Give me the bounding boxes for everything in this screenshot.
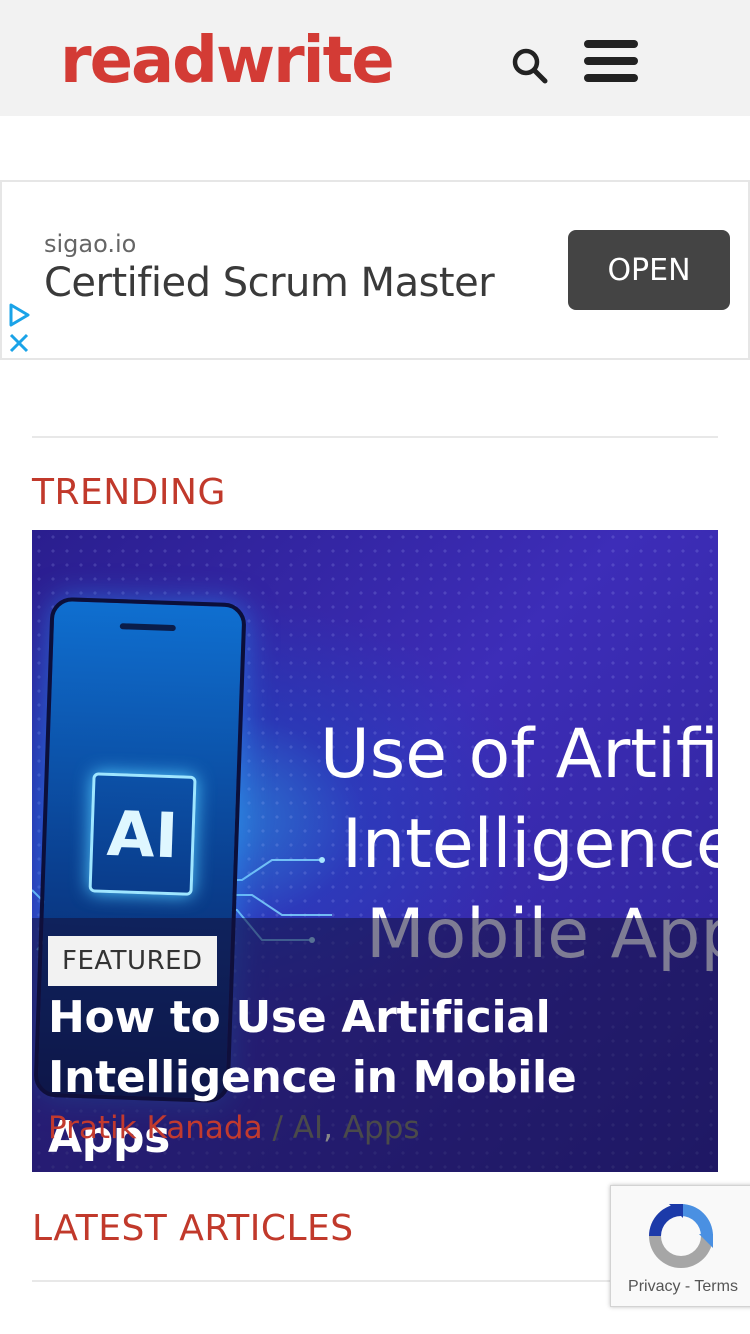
image-text-line-1: Use of Artifi bbox=[320, 715, 718, 794]
image-text-line-2: Intelligence bbox=[342, 805, 718, 884]
recaptcha-terms-link[interactable]: Terms bbox=[694, 1278, 738, 1295]
recaptcha-link-separator: - bbox=[684, 1278, 691, 1295]
phone-speaker bbox=[119, 623, 176, 632]
byline-separator: / bbox=[272, 1110, 283, 1146]
category-link-ai[interactable]: AI bbox=[293, 1110, 323, 1146]
author-link[interactable]: Pratik Kanada bbox=[48, 1110, 263, 1146]
site-header: readwrite bbox=[0, 0, 750, 116]
recaptcha-privacy-link[interactable]: Privacy bbox=[628, 1278, 680, 1295]
category-separator: , bbox=[323, 1110, 333, 1146]
hamburger-menu-icon[interactable] bbox=[584, 40, 640, 82]
ai-chip-graphic: AI bbox=[88, 772, 197, 896]
recaptcha-logo-icon bbox=[649, 1204, 713, 1268]
recaptcha-links: Privacy - Terms bbox=[611, 1278, 750, 1296]
category-link-apps[interactable]: Apps bbox=[343, 1110, 420, 1146]
site-logo[interactable]: readwrite bbox=[60, 22, 395, 100]
search-icon[interactable] bbox=[510, 46, 550, 86]
latest-articles-heading: LATEST ARTICLES bbox=[32, 1208, 354, 1249]
ad-close-icon[interactable] bbox=[8, 332, 30, 354]
article-byline: Pratik Kanada / AI, Apps bbox=[48, 1110, 420, 1146]
ad-banner[interactable]: sigao.io Certified Scrum Master OPEN bbox=[0, 180, 750, 360]
ad-title[interactable]: Certified Scrum Master bbox=[44, 260, 495, 306]
ad-open-button[interactable]: OPEN bbox=[568, 230, 730, 310]
adchoices-icon[interactable] bbox=[6, 302, 32, 328]
featured-article-card[interactable]: AI Use of Artifi Intelligence Mobile App… bbox=[32, 530, 718, 1172]
trending-heading: TRENDING bbox=[32, 472, 226, 513]
divider bbox=[32, 436, 718, 438]
featured-badge: FEATURED bbox=[48, 936, 217, 986]
ad-domain: sigao.io bbox=[44, 230, 137, 258]
recaptcha-badge[interactable]: Privacy - Terms bbox=[610, 1185, 750, 1307]
